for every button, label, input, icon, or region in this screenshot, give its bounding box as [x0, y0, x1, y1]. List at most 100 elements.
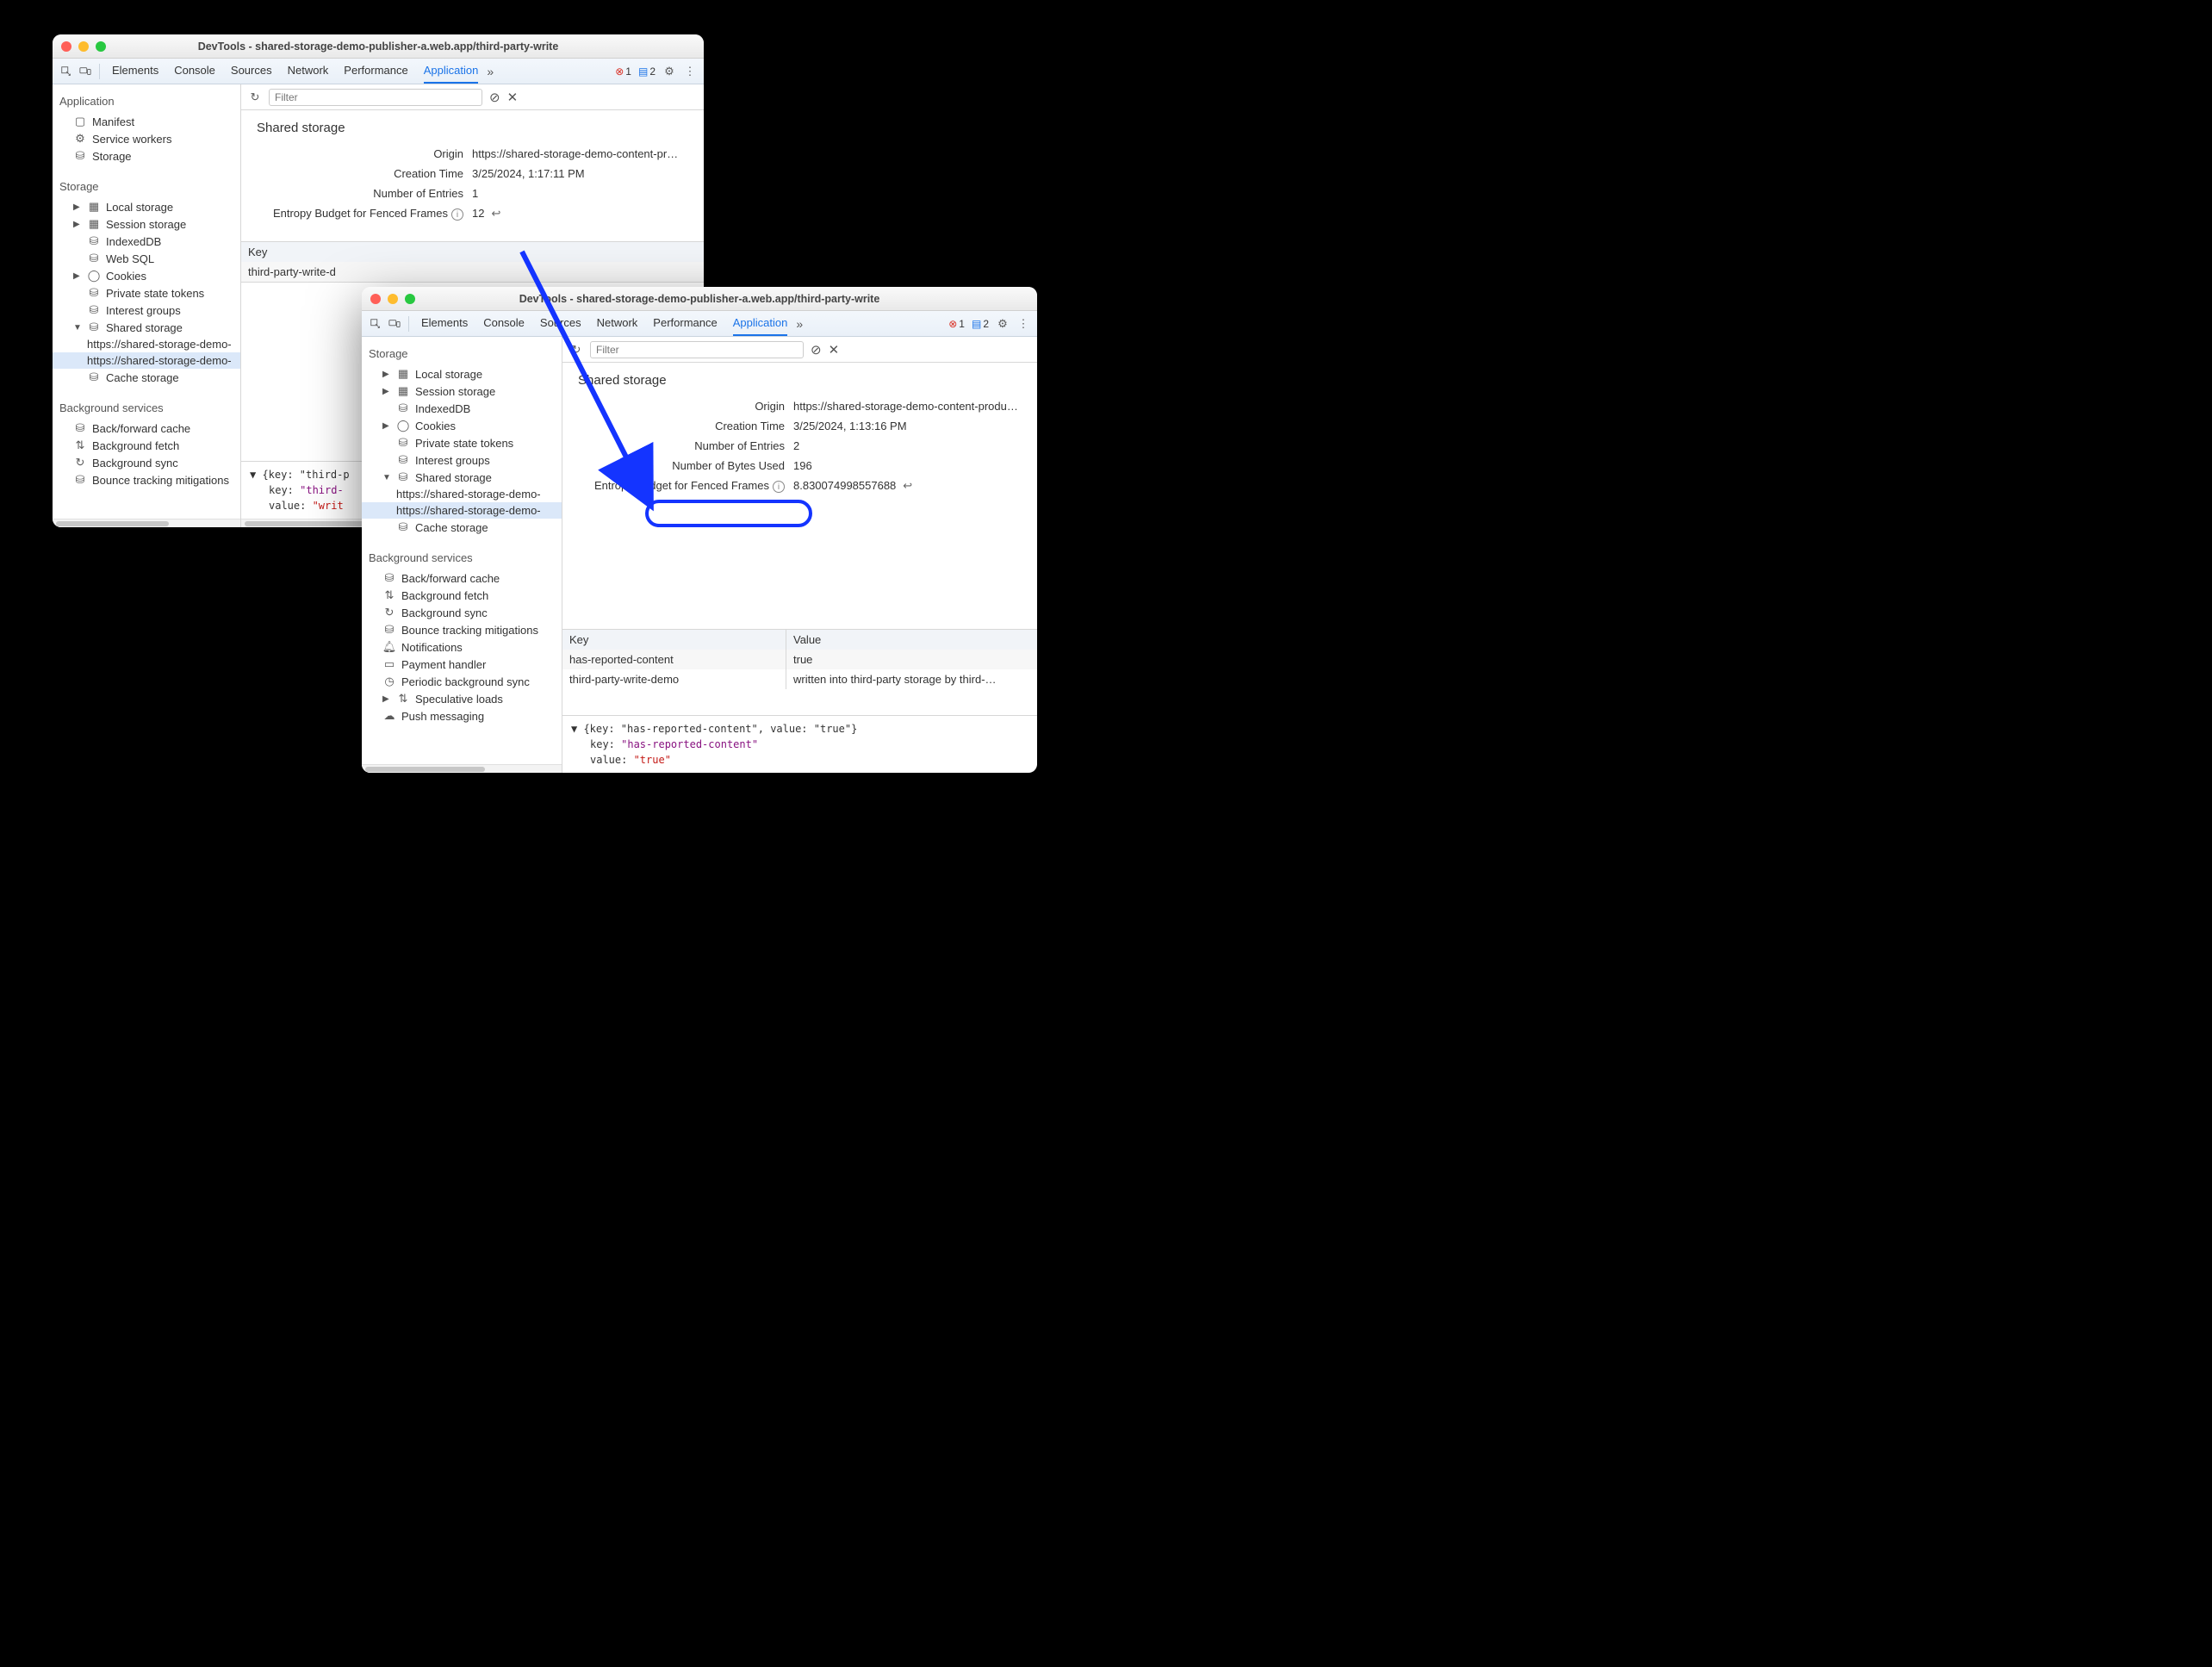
sidebar-item-interest-groups[interactable]: ⛁Interest groups	[53, 302, 240, 319]
collapse-icon[interactable]: ▼	[73, 323, 82, 333]
settings-icon[interactable]: ⚙	[662, 65, 676, 78]
titlebar[interactable]: DevTools - shared-storage-demo-publisher…	[362, 287, 1037, 311]
sidebar-item-shared-storage[interactable]: ▼⛁Shared storage	[53, 319, 240, 336]
close-window-icon[interactable]	[61, 41, 71, 52]
more-menu-icon[interactable]: ⋮	[683, 65, 697, 78]
maximize-window-icon[interactable]	[405, 294, 415, 304]
sidebar-item-cache-storage[interactable]: ⛁Cache storage	[362, 519, 562, 536]
sidebar-item-indexeddb[interactable]: ⛁IndexedDB	[362, 400, 562, 417]
sidebar-item-bfc[interactable]: ⛁Back/forward cache	[362, 569, 562, 587]
tab-elements[interactable]: Elements	[112, 59, 158, 84]
tab-console[interactable]: Console	[483, 311, 525, 336]
tab-performance[interactable]: Performance	[653, 311, 717, 336]
sidebar-item-push-messaging[interactable]: ☁Push messaging	[362, 707, 562, 725]
sidebar-item-service-workers[interactable]: ⚙︎Service workers	[53, 130, 240, 147]
sidebar-item-shared-origin-1[interactable]: https://shared-storage-demo-	[53, 336, 240, 352]
tab-elements[interactable]: Elements	[421, 311, 468, 336]
tab-application[interactable]: Application	[424, 59, 479, 84]
sidebar-item-bg-sync[interactable]: ↻Background sync	[53, 454, 240, 471]
sidebar-item-interest-groups[interactable]: ⛁Interest groups	[362, 451, 562, 469]
sidebar-item-shared-origin-1[interactable]: https://shared-storage-demo-	[362, 486, 562, 502]
device-toggle-icon[interactable]	[388, 317, 401, 331]
tab-network[interactable]: Network	[288, 59, 329, 84]
sidebar-item-web-sql[interactable]: ⛁Web SQL	[53, 250, 240, 267]
expand-icon[interactable]: ▶	[73, 202, 82, 212]
sidebar-item-private-state-tokens[interactable]: ⛁Private state tokens	[53, 284, 240, 302]
expand-icon[interactable]: ▶	[382, 694, 391, 704]
sidebar-item-manifest[interactable]: ▢Manifest	[53, 113, 240, 130]
refresh-icon[interactable]: ↻	[569, 343, 583, 357]
sidebar-item-cookies[interactable]: ▶◯Cookies	[53, 267, 240, 284]
error-count[interactable]: 1	[948, 318, 965, 330]
sidebar-item-speculative-loads[interactable]: ▶⇅Speculative loads	[362, 690, 562, 707]
tab-sources[interactable]: Sources	[231, 59, 272, 84]
collapse-icon[interactable]: ▼	[382, 473, 391, 482]
sidebar-item-indexeddb[interactable]: ⛁IndexedDB	[53, 233, 240, 250]
refresh-icon[interactable]: ↻	[248, 90, 262, 104]
tab-sources[interactable]: Sources	[540, 311, 581, 336]
table-row[interactable]: third-party-write-demo written into thir…	[562, 669, 1037, 689]
sidebar-item-bounce-tracking[interactable]: ⛁Bounce tracking mitigations	[362, 621, 562, 638]
close-window-icon[interactable]	[370, 294, 381, 304]
sidebar-item-cookies[interactable]: ▶◯Cookies	[362, 417, 562, 434]
settings-icon[interactable]: ⚙	[996, 317, 1010, 331]
close-icon[interactable]: ✕	[507, 90, 519, 105]
tab-network[interactable]: Network	[597, 311, 638, 336]
expand-icon[interactable]: ▶	[382, 370, 391, 379]
sidebar-item-session-storage[interactable]: ▶▦Session storage	[362, 383, 562, 400]
sidebar-item-cache-storage[interactable]: ⛁Cache storage	[53, 369, 240, 386]
sidebar-item-bg-sync[interactable]: ↻Background sync	[362, 604, 562, 621]
sidebar-item-notifications[interactable]: 🔔︎Notifications	[362, 638, 562, 656]
reset-icon[interactable]: ↩	[903, 479, 912, 492]
clear-icon[interactable]: ⊘	[811, 342, 822, 358]
expand-icon[interactable]: ▶	[382, 387, 391, 396]
sidebar-item-payment-handler[interactable]: ▭Payment handler	[362, 656, 562, 673]
sidebar-item-bg-fetch[interactable]: ⇅Background fetch	[362, 587, 562, 604]
expand-icon[interactable]: ▶	[382, 421, 391, 431]
sidebar-item-local-storage[interactable]: ▶▦Local storage	[53, 198, 240, 215]
tab-console[interactable]: Console	[174, 59, 215, 84]
horizontal-scrollbar[interactable]	[362, 764, 562, 773]
more-tabs-icon[interactable]: »	[796, 317, 803, 331]
filter-input[interactable]	[590, 341, 804, 358]
error-count[interactable]: 1	[615, 65, 631, 78]
message-count[interactable]: 2	[972, 318, 989, 330]
application-sidebar[interactable]: Storage ▶▦Local storage ▶▦Session storag…	[362, 337, 562, 773]
inspect-icon[interactable]	[59, 65, 73, 78]
sidebar-item-bg-fetch[interactable]: ⇅Background fetch	[53, 437, 240, 454]
titlebar[interactable]: DevTools - shared-storage-demo-publisher…	[53, 34, 704, 59]
sidebar-item-shared-origin-2[interactable]: https://shared-storage-demo-	[53, 352, 240, 369]
table-row[interactable]: has-reported-content true	[562, 650, 1037, 669]
info-icon[interactable]: i	[451, 208, 463, 221]
table-row[interactable]: third-party-write-d	[241, 262, 704, 282]
traffic-lights[interactable]	[61, 41, 106, 52]
reset-icon[interactable]: ↩	[491, 207, 500, 220]
traffic-lights[interactable]	[370, 294, 415, 304]
sidebar-item-session-storage[interactable]: ▶▦Session storage	[53, 215, 240, 233]
application-sidebar[interactable]: Application ▢Manifest ⚙︎Service workers …	[53, 84, 241, 527]
sidebar-item-bfc[interactable]: ⛁Back/forward cache	[53, 420, 240, 437]
minimize-window-icon[interactable]	[388, 294, 398, 304]
expand-icon[interactable]: ▶	[73, 220, 82, 229]
close-icon[interactable]: ✕	[829, 342, 840, 358]
expand-icon[interactable]: ▶	[73, 271, 82, 281]
minimize-window-icon[interactable]	[78, 41, 89, 52]
more-menu-icon[interactable]: ⋮	[1016, 317, 1030, 331]
more-tabs-icon[interactable]: »	[487, 65, 494, 78]
maximize-window-icon[interactable]	[96, 41, 106, 52]
filter-input[interactable]	[269, 89, 482, 106]
device-toggle-icon[interactable]	[78, 65, 92, 78]
sidebar-item-local-storage[interactable]: ▶▦Local storage	[362, 365, 562, 383]
horizontal-scrollbar[interactable]	[53, 519, 240, 527]
clear-icon[interactable]: ⊘	[489, 90, 500, 105]
sidebar-item-periodic-bg-sync[interactable]: ◷Periodic background sync	[362, 673, 562, 690]
sidebar-item-shared-origin-2[interactable]: https://shared-storage-demo-	[362, 502, 562, 519]
sidebar-item-shared-storage[interactable]: ▼⛁Shared storage	[362, 469, 562, 486]
info-icon[interactable]: i	[773, 481, 785, 493]
inspect-icon[interactable]	[369, 317, 382, 331]
sidebar-item-private-state-tokens[interactable]: ⛁Private state tokens	[362, 434, 562, 451]
sidebar-item-storage[interactable]: ⛁Storage	[53, 147, 240, 165]
message-count[interactable]: 2	[638, 65, 656, 78]
sidebar-item-bounce-tracking[interactable]: ⛁Bounce tracking mitigations	[53, 471, 240, 488]
tab-performance[interactable]: Performance	[344, 59, 407, 84]
